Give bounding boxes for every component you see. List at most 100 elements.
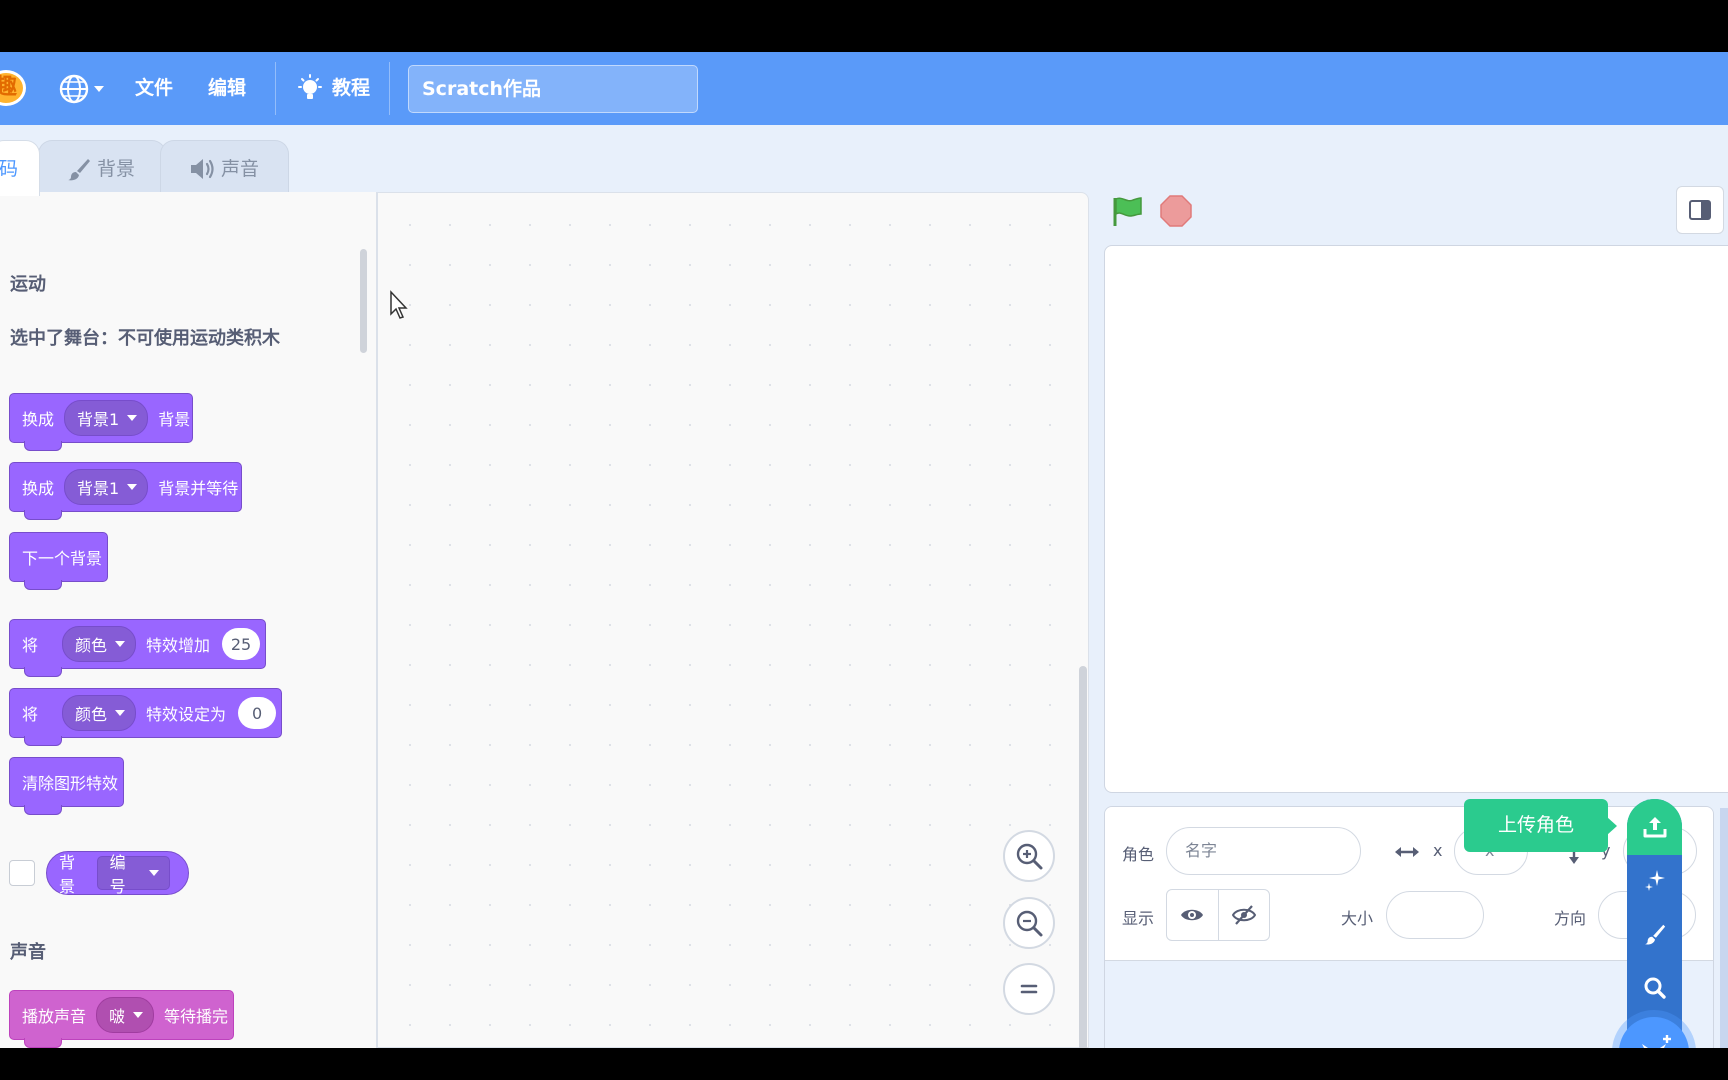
search-icon — [1644, 977, 1666, 999]
block-text: 特效增加 — [146, 636, 211, 655]
small-stage-button[interactable] — [1676, 186, 1724, 234]
tab-backdrops[interactable]: 背景 — [38, 140, 166, 196]
hide-sprite-button[interactable] — [1219, 890, 1270, 940]
block-switch-backdrop[interactable]: 换成 背景1 背景 — [9, 393, 193, 451]
stop-button[interactable] — [1160, 195, 1192, 227]
block-text: 播放声音 — [22, 1007, 87, 1026]
backdrop-dropdown[interactable]: 背景1 — [64, 469, 149, 505]
globe-icon — [59, 74, 104, 104]
dropdown-value: 背景1 — [77, 410, 120, 429]
block-text: 背景 — [158, 410, 191, 429]
palette-scrollbar[interactable] — [360, 249, 367, 353]
block-text: 背景 — [59, 853, 76, 896]
effect-dropdown[interactable]: 颜色 — [62, 695, 137, 731]
file-menu[interactable]: 文件 — [135, 52, 173, 125]
tutorials-label: 教程 — [332, 77, 371, 99]
caret-down-icon — [149, 870, 159, 876]
x-arrow-icon — [1395, 847, 1419, 857]
block-text: 等待播完 — [164, 1007, 229, 1026]
block-text: 下一个背景 — [22, 549, 103, 568]
tab-backdrops-label: 背景 — [97, 158, 136, 180]
visibility-toggle — [1166, 889, 1270, 941]
mouse-pointer — [389, 290, 411, 324]
cat-add-icon — [1642, 1035, 1671, 1048]
backdrop-pane-edge — [1720, 808, 1728, 1048]
dropdown-value: 啵 — [109, 1007, 126, 1026]
caret-down-icon — [127, 484, 138, 490]
size-input[interactable] — [1386, 891, 1484, 939]
stop-icon — [1160, 195, 1192, 227]
dropdown-value: 编号 — [109, 853, 126, 896]
block-text: 将 — [22, 705, 39, 724]
workspace-vertical-scrollbar[interactable] — [1079, 666, 1087, 1048]
show-sprite-button[interactable] — [1167, 890, 1219, 940]
tab-code[interactable]: 码 — [0, 140, 40, 196]
app-logo[interactable]: 趣 — [0, 70, 26, 106]
block-play-sound-until-done[interactable]: 播放声音 啵 等待播完 — [9, 990, 234, 1048]
dropdown-value: 颜色 — [75, 636, 108, 655]
zoom-out-button[interactable] — [1003, 897, 1055, 949]
effect-amount-input[interactable]: 25 — [222, 628, 261, 660]
upload-sprite-tooltip: 上传角色 — [1464, 799, 1617, 852]
menu-divider — [389, 62, 390, 115]
show-label: 显示 — [1122, 909, 1155, 928]
block-text: 背景并等待 — [158, 479, 239, 498]
stage-layout-icon — [1689, 200, 1711, 220]
lightbulb-icon — [298, 73, 322, 99]
sprite-name-input[interactable]: 名字 — [1166, 827, 1361, 875]
category-motion-title: 运动 — [10, 274, 46, 295]
tutorials-menu[interactable]: 教程 — [296, 52, 370, 125]
sound-dropdown[interactable]: 啵 — [96, 997, 155, 1033]
caret-down-icon — [133, 1012, 144, 1018]
reporter-checkbox[interactable] — [9, 860, 35, 886]
caret-down-icon — [94, 86, 104, 92]
block-text: 特效设定为 — [146, 705, 227, 724]
block-backdrop-number-reporter[interactable]: 背景 编号 — [46, 851, 189, 896]
number-name-dropdown[interactable]: 编号 — [96, 853, 170, 896]
x-label: x — [1433, 841, 1443, 860]
code-workspace[interactable] — [377, 192, 1089, 1048]
menu-bar: 趣 文件 编辑 教程 Scratch作品 — [0, 52, 1728, 125]
green-flag-button[interactable] — [1110, 195, 1144, 233]
dropdown-value: 背景1 — [77, 479, 120, 498]
motion-disabled-note: 选中了舞台：不可使用运动类积木 — [10, 328, 280, 349]
paint-sprite-button[interactable] — [1627, 907, 1682, 961]
scratch-editor: 趣 文件 编辑 教程 Scratch作品 码 背景 声音 运动 选中了舞台：不可… — [0, 52, 1728, 1048]
block-next-backdrop[interactable]: 下一个背景 — [9, 532, 108, 590]
category-sound-title: 声音 — [10, 942, 46, 963]
caret-down-icon — [115, 641, 126, 647]
upload-sprite-button[interactable] — [1627, 799, 1682, 855]
edit-menu[interactable]: 编辑 — [208, 52, 246, 125]
block-set-effect[interactable]: 将 颜色 特效设定为 0 — [9, 688, 282, 746]
speaker-icon — [191, 159, 214, 179]
effect-dropdown[interactable]: 颜色 — [62, 626, 137, 662]
block-clear-effects[interactable]: 清除图形特效 — [9, 757, 124, 815]
caret-down-icon — [127, 415, 138, 421]
surprise-icon — [1644, 870, 1665, 891]
zoom-in-icon — [1016, 843, 1043, 870]
zoom-reset-button[interactable] — [1003, 963, 1055, 1015]
eye-icon — [1181, 909, 1204, 921]
effect-value-input[interactable]: 0 — [238, 697, 277, 729]
block-switch-backdrop-wait[interactable]: 换成 背景1 背景并等待 — [9, 462, 242, 520]
block-text: 换成 — [22, 479, 55, 498]
language-menu[interactable] — [58, 73, 106, 109]
stage-canvas[interactable] — [1104, 245, 1728, 793]
tab-sounds[interactable]: 声音 — [160, 140, 289, 196]
direction-label: 方向 — [1554, 909, 1587, 928]
caret-down-icon — [115, 710, 126, 716]
block-text: 换成 — [22, 410, 55, 429]
backdrop-dropdown[interactable]: 背景1 — [64, 400, 149, 436]
zoom-reset-icon — [1020, 984, 1038, 994]
surprise-sprite-button[interactable] — [1627, 853, 1682, 907]
sprite-pane: 角色 名字 x x y 显示 — [1104, 806, 1714, 1048]
block-text: 将 — [22, 636, 39, 655]
brush-icon — [68, 159, 90, 181]
zoom-in-button[interactable] — [1003, 830, 1055, 882]
block-change-effect[interactable]: 将 颜色 特效增加 25 — [9, 619, 266, 677]
size-label: 大小 — [1341, 909, 1374, 928]
cursor-arrow-icon — [390, 290, 408, 319]
choose-sprite-button[interactable] — [1627, 961, 1682, 1015]
tab-sounds-label: 声音 — [221, 158, 260, 180]
project-title-input[interactable]: Scratch作品 — [408, 65, 698, 113]
